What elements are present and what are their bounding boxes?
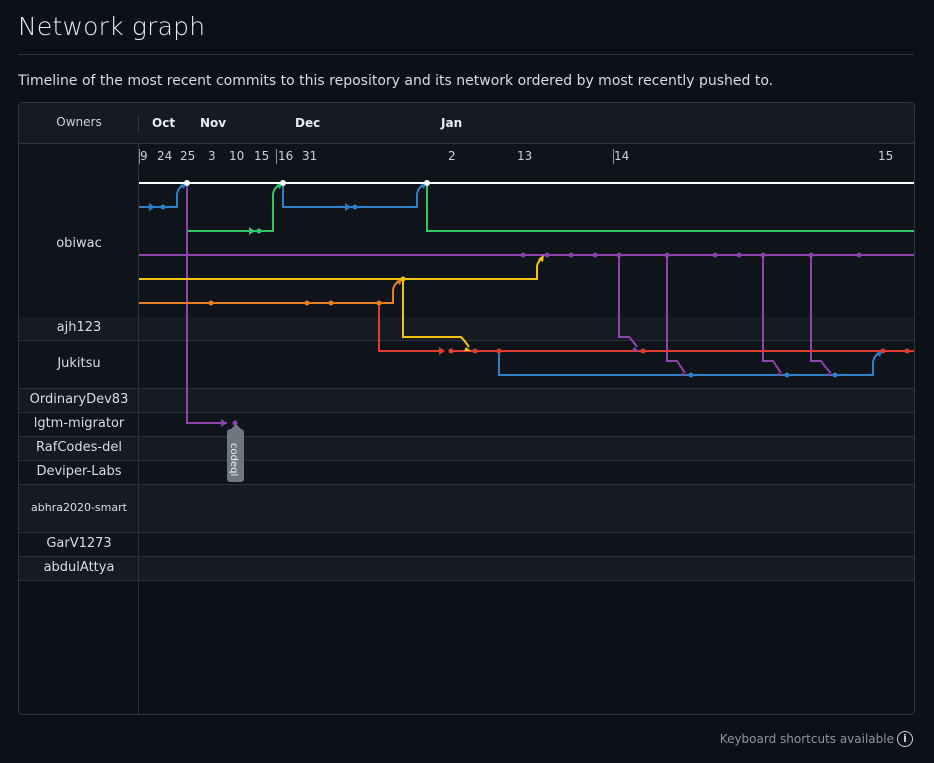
title-divider: [18, 54, 914, 55]
yellow-branch-line: [139, 258, 542, 280]
branch-tag-label: codeql: [228, 443, 239, 477]
blue-branch-line: [139, 184, 184, 208]
blue-branch-line: [282, 183, 424, 208]
red-branch-line: [378, 303, 439, 352]
info-icon[interactable]: i: [897, 731, 913, 747]
green-branch-line: [426, 183, 914, 232]
purple-merge-line: [666, 255, 686, 374]
green-branch-line: [186, 183, 280, 232]
purple-merge-line: [618, 255, 638, 348]
purple-merge-line: [762, 255, 782, 374]
keyboard-shortcuts-hint[interactable]: Keyboard shortcuts available: [720, 732, 894, 746]
commit-graph[interactable]: [19, 103, 914, 714]
arrow-markers: [149, 183, 882, 427]
page-title: Network graph: [18, 12, 206, 41]
page-description: Timeline of the most recent commits to t…: [18, 73, 774, 89]
yellow-branch-line: [402, 279, 470, 348]
purple-merge-line: [810, 255, 832, 374]
orange-branch-line: [139, 280, 400, 304]
network-graph-panel[interactable]: Owners Oct Nov Dec Jan obiwac ajh123 Juk…: [18, 102, 915, 715]
